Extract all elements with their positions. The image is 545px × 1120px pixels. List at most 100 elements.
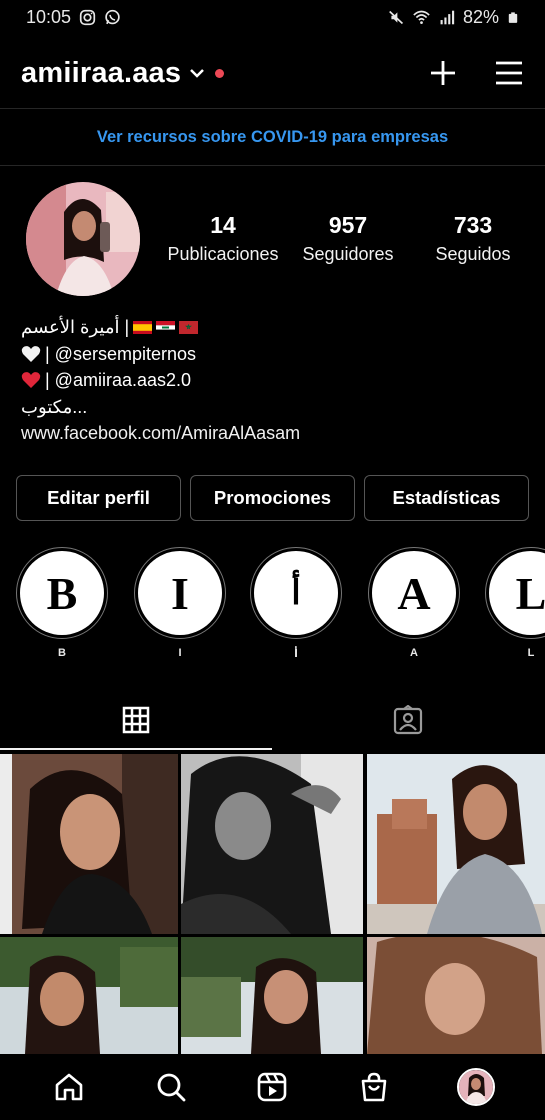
highlight-ring: L	[485, 547, 545, 639]
white-heart-icon	[21, 345, 41, 362]
mute-icon	[389, 10, 403, 24]
posts-grid	[0, 754, 545, 1054]
highlight-cover: A	[372, 551, 456, 635]
notification-dot	[215, 68, 225, 78]
highlight-item[interactable]: B B	[16, 547, 108, 659]
post-image	[367, 754, 545, 934]
stat-followers-label: Seguidores	[302, 244, 394, 264]
stat-following-value: 733	[453, 212, 493, 238]
menu-icon	[496, 61, 522, 85]
highlight-label: أ	[294, 648, 298, 660]
highlight-cover: أ	[254, 551, 338, 635]
new-post-button[interactable]	[428, 58, 458, 88]
profile-bio: أميرة الأعسم | | @sersempiternos | @amii…	[21, 314, 531, 447]
highlight-item[interactable]: A A	[368, 547, 460, 659]
post-image	[367, 937, 545, 1054]
username-title[interactable]: amiiraa.aas	[21, 57, 181, 90]
nav-shop[interactable]	[354, 1067, 394, 1107]
grid-post[interactable]	[367, 937, 545, 1054]
profile-tabs	[0, 690, 545, 750]
battery-percent: 82%	[462, 6, 499, 27]
search-icon	[157, 1073, 186, 1102]
chevron-down-icon[interactable]	[189, 65, 205, 81]
highlight-ring: I	[134, 547, 226, 639]
bio-line-3: | @amiiraa.aas2.0	[21, 367, 531, 394]
bottom-navigation	[0, 1054, 545, 1120]
tab-tagged[interactable]	[272, 690, 544, 750]
bio-line-5: www.facebook.com/AmiraAlAasam	[21, 420, 531, 447]
highlight-cover: L	[489, 551, 545, 635]
grid-post[interactable]	[181, 937, 363, 1054]
highlight-label: L	[527, 647, 535, 659]
grid-post[interactable]	[0, 754, 12, 934]
stat-followers-value: 957	[328, 212, 368, 238]
insights-button[interactable]: Estadísticas	[364, 475, 529, 521]
edit-profile-button[interactable]: Editar perfil	[16, 475, 181, 521]
reels-icon	[258, 1072, 287, 1102]
morocco-flag-icon	[179, 320, 199, 334]
promotions-button[interactable]: Promociones	[190, 475, 355, 521]
post-image	[0, 937, 178, 1054]
stat-posts-value: 14	[210, 212, 236, 238]
wifi-icon	[413, 10, 430, 24]
plus-icon	[431, 61, 455, 85]
nav-home[interactable]	[49, 1067, 89, 1107]
grid-post[interactable]	[0, 937, 178, 1054]
spain-flag-icon	[133, 320, 153, 334]
profile-actions: Editar perfil Promociones Estadísticas	[16, 475, 529, 521]
post-image	[12, 754, 178, 934]
iraq-flag-icon	[156, 320, 176, 334]
red-heart-icon	[21, 372, 41, 389]
grid-icon	[122, 706, 150, 734]
stat-following-label: Seguidos	[435, 244, 511, 264]
highlight-cover: B	[20, 551, 104, 635]
nav-search[interactable]	[151, 1067, 191, 1107]
grid-post[interactable]	[12, 754, 178, 934]
highlight-label: A	[410, 647, 418, 659]
bio-line-2: | @sersempiternos	[21, 341, 531, 368]
profile-photo	[26, 182, 140, 296]
profile-stats: 14 Publicaciones 957 Seguidores 733 Segu…	[163, 212, 533, 265]
bio-name-text: أميرة الأعسم |	[21, 317, 130, 337]
bio-line-4: مكتوب...	[21, 394, 531, 421]
grid-post[interactable]	[367, 754, 545, 934]
bio-website-link[interactable]: www.facebook.com/AmiraAlAasam	[21, 420, 300, 447]
highlight-item[interactable]: أ أ	[250, 547, 342, 660]
bio-line-1: أميرة الأعسم |	[21, 314, 531, 341]
nav-profile[interactable]	[456, 1067, 496, 1107]
status-bar: 10:05 82%	[0, 0, 545, 34]
status-time: 10:05	[26, 6, 72, 27]
highlight-ring: B	[16, 547, 108, 639]
profile-avatar-small	[457, 1068, 496, 1106]
stat-posts[interactable]: 14 Publicaciones	[163, 212, 283, 265]
highlight-label: B	[58, 647, 66, 659]
stat-posts-label: Publicaciones	[167, 244, 279, 264]
instagram-icon	[79, 9, 96, 25]
menu-button[interactable]	[494, 58, 524, 88]
bio-mention-2[interactable]: | @amiiraa.aas2.0	[45, 367, 191, 394]
bio-arabic-text: مكتوب...	[21, 396, 88, 417]
whatsapp-icon	[105, 9, 120, 24]
stat-following[interactable]: 733 Seguidos	[413, 212, 533, 265]
profile-avatar[interactable]	[26, 182, 140, 296]
profile-photo-small	[459, 1070, 494, 1104]
highlight-cover: I	[138, 551, 222, 635]
highlight-item[interactable]: I I	[134, 547, 226, 659]
stat-followers[interactable]: 957 Seguidores	[288, 212, 408, 265]
tagged-icon	[393, 705, 423, 735]
tab-posts-grid[interactable]	[0, 690, 272, 750]
highlight-ring: A	[368, 547, 460, 639]
shop-icon	[361, 1072, 387, 1102]
nav-reels[interactable]	[252, 1067, 292, 1107]
highlight-ring: أ	[250, 547, 342, 639]
home-icon	[55, 1073, 83, 1101]
bio-mention-1[interactable]: | @sersempiternos	[45, 341, 196, 368]
grid-post[interactable]	[181, 754, 363, 934]
highlight-item[interactable]: L L	[485, 547, 545, 659]
battery-icon	[508, 11, 518, 23]
signal-icon	[440, 10, 455, 24]
profile-header: amiiraa.aas	[0, 44, 545, 102]
covid-resources-banner[interactable]: Ver recursos sobre COVID-19 para empresa…	[0, 108, 545, 166]
post-image	[181, 754, 363, 934]
highlight-label: I	[178, 647, 182, 659]
